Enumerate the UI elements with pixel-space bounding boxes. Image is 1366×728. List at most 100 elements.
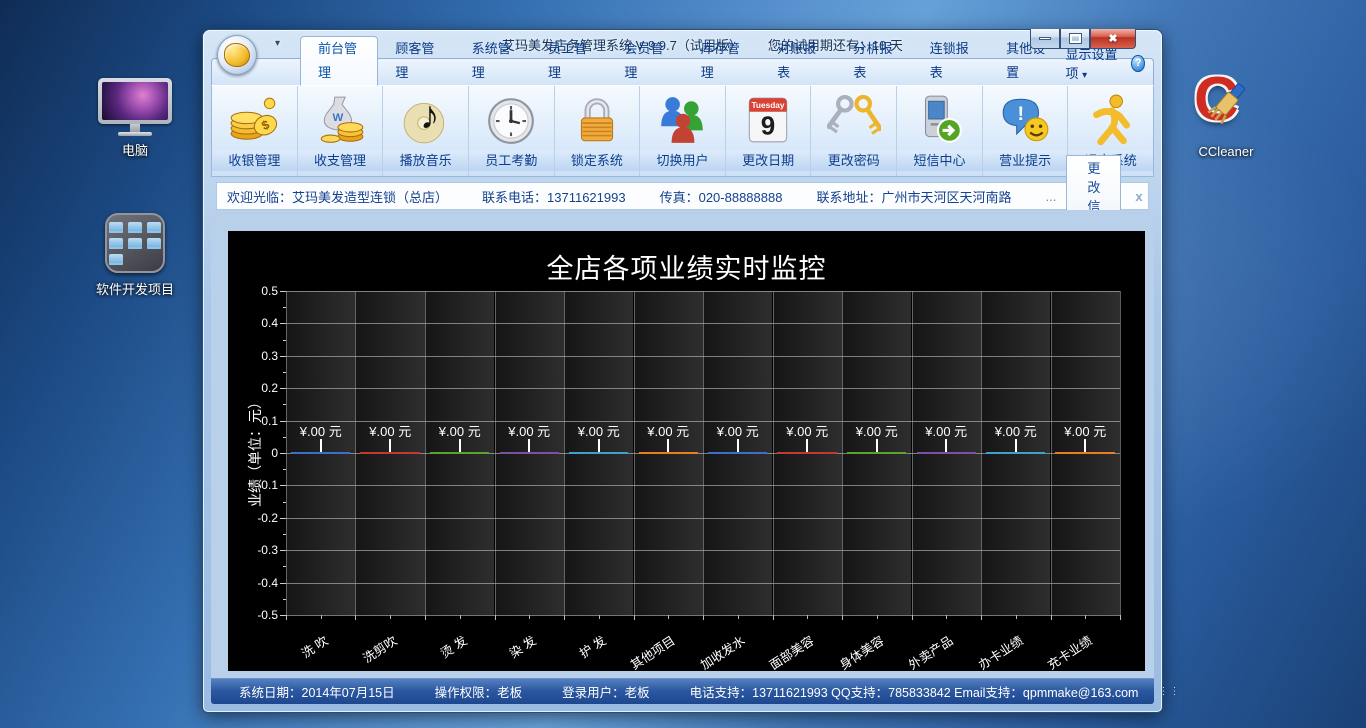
toolbar-button-tip[interactable]: ! 营业提示 bbox=[983, 86, 1069, 176]
chart-title: 全店各项业绩实时监控 bbox=[228, 247, 1145, 286]
info-overflow-ellipsis[interactable]: ... bbox=[1045, 189, 1056, 204]
close-button[interactable]: ✖ bbox=[1090, 29, 1136, 49]
x-axis-tick bbox=[460, 615, 461, 619]
x-axis-tick bbox=[1051, 615, 1052, 620]
vertical-gridline bbox=[564, 291, 565, 615]
gold-coin-icon bbox=[224, 43, 250, 67]
svg-text:Tuesday: Tuesday bbox=[752, 100, 785, 110]
bar-zero-segment bbox=[1055, 452, 1114, 454]
y-axis-tick-label: 0.3 bbox=[232, 349, 278, 363]
users-icon bbox=[656, 89, 710, 151]
bar-marker-tick bbox=[1084, 439, 1086, 453]
toolbar-button-coins[interactable]: $收银管理 bbox=[212, 86, 298, 176]
toolbar-button-label: 收支管理 bbox=[298, 151, 383, 171]
toolbar-button-label: 收银管理 bbox=[212, 151, 297, 171]
tab-item[interactable]: 顾客管理 bbox=[378, 37, 454, 85]
toolbar-button-clock[interactable]: 员工考勤 bbox=[469, 86, 555, 176]
x-axis-tick bbox=[1085, 615, 1086, 619]
toolbar-button-calendar[interactable]: Tuesday 9更改日期 bbox=[726, 86, 812, 176]
toolbar-button-users[interactable]: 切换用户 bbox=[640, 86, 726, 176]
y-axis-tick-label: -0.4 bbox=[232, 576, 278, 590]
welcome-text: 欢迎光临：艾玛美发造型连锁（总店） bbox=[227, 187, 448, 206]
x-axis-tick bbox=[1120, 615, 1121, 620]
app-orb-button[interactable] bbox=[217, 35, 257, 75]
desktop-icon-ccleaner[interactable]: C CCleaner bbox=[1168, 70, 1284, 159]
bar-zero-segment bbox=[360, 452, 419, 454]
tab-item[interactable]: 库存管理 bbox=[684, 37, 760, 85]
y-axis-tick-label: 0.2 bbox=[232, 381, 278, 395]
resize-grip[interactable]: ⋮⋮ bbox=[1158, 686, 1180, 697]
vertical-gridline bbox=[981, 291, 982, 615]
x-axis-tick bbox=[946, 615, 947, 619]
toolbar-button-sms[interactable]: 短信中心 bbox=[897, 86, 983, 176]
x-axis-tick bbox=[321, 615, 322, 619]
quick-access-arrow-icon[interactable]: ▾ bbox=[275, 38, 280, 49]
toolbar-button-money-bag[interactable]: W 收支管理 bbox=[298, 86, 384, 176]
x-axis-tick bbox=[807, 615, 808, 619]
tab-active[interactable]: 前台管理 bbox=[300, 36, 378, 86]
bar-marker-tick bbox=[806, 439, 808, 453]
tab-item[interactable]: 会员管理 bbox=[607, 37, 683, 85]
shop-info-bar: 欢迎光临：艾玛美发造型连锁（总店） 联系电话：13711621993 传真：02… bbox=[216, 182, 1149, 210]
tab-item[interactable]: 系统管理 bbox=[455, 37, 531, 85]
x-axis-tick bbox=[599, 615, 600, 619]
bar-zero-segment bbox=[777, 452, 836, 454]
vertical-gridline bbox=[425, 291, 426, 615]
desktop-icon-dev-projects[interactable]: 软件开发项目 bbox=[77, 213, 193, 298]
performance-chart: 全店各项业绩实时监控 业绩（单位：元） 0.50.40.30.20.10-0.1… bbox=[228, 231, 1145, 671]
x-axis-tick bbox=[981, 615, 982, 620]
clock-icon bbox=[484, 89, 538, 151]
y-axis-tick-label: -0.2 bbox=[232, 511, 278, 525]
sms-icon bbox=[912, 89, 966, 151]
bar-marker-tick bbox=[459, 439, 461, 453]
x-axis-tick bbox=[738, 615, 739, 619]
toolbar-button-label: 切换用户 bbox=[640, 151, 725, 171]
bar-zero-segment bbox=[917, 452, 976, 454]
display-settings-dropdown[interactable]: 显示设置项 ▾ bbox=[1065, 44, 1124, 82]
app-window: ▾ 艾玛美发店务管理系统 V 9.9.7（试用版） 您的试用期还有：10 天 ✖… bbox=[203, 30, 1162, 712]
phone-text: 联系电话：13711621993 bbox=[482, 187, 626, 206]
x-axis-tick bbox=[425, 615, 426, 620]
bar-marker-tick bbox=[945, 439, 947, 453]
info-bar-close-icon[interactable]: x bbox=[1135, 189, 1142, 204]
x-axis-tick bbox=[495, 615, 496, 620]
y-axis-tick-label: 0 bbox=[232, 446, 278, 460]
bar-zero-segment bbox=[986, 452, 1045, 454]
tab-item[interactable]: 对账报表 bbox=[760, 37, 836, 85]
y-axis-tick-label: -0.5 bbox=[232, 608, 278, 622]
tab-item[interactable]: 员工管理 bbox=[531, 37, 607, 85]
bar-marker-tick bbox=[1015, 439, 1017, 453]
vertical-gridline bbox=[842, 291, 843, 615]
bar-marker-tick bbox=[737, 439, 739, 453]
bar-zero-segment bbox=[639, 452, 698, 454]
x-axis-tick bbox=[355, 615, 356, 620]
x-axis-tick bbox=[390, 615, 391, 619]
toolbar-button-lock[interactable]: 锁定系统 bbox=[555, 86, 641, 176]
help-icon[interactable]: ? bbox=[1131, 55, 1145, 72]
bar-zero-segment bbox=[569, 452, 628, 454]
caption-buttons: ✖ bbox=[1030, 29, 1136, 49]
x-axis-tick bbox=[1016, 615, 1017, 619]
y-axis-tick-label: 0.1 bbox=[232, 414, 278, 428]
x-axis-tick bbox=[286, 615, 287, 620]
y-axis-tick-label: -0.1 bbox=[232, 478, 278, 492]
vertical-gridline bbox=[1120, 291, 1121, 615]
bar-zero-segment bbox=[847, 452, 906, 454]
maximize-button[interactable] bbox=[1060, 29, 1090, 49]
tab-item[interactable]: 连锁报表 bbox=[913, 37, 989, 85]
toolbar-button-music[interactable]: ♪播放音乐 bbox=[383, 86, 469, 176]
chart-plot-area: 0.50.40.30.20.10-0.1-0.2-0.3-0.4-0.5¥.00… bbox=[286, 291, 1120, 615]
computer-icon bbox=[98, 78, 172, 134]
ribbon-tab-bar: 前台管理顾客管理系统管理员工管理会员管理库存管理对账报表分析报表连锁报表其他设置… bbox=[211, 58, 1154, 85]
svg-text:!: ! bbox=[1018, 103, 1025, 125]
chevron-down-icon: ▾ bbox=[1082, 70, 1087, 81]
desktop-icon-computer[interactable]: 电脑 bbox=[77, 78, 193, 159]
vertical-gridline bbox=[773, 291, 774, 615]
minimize-button[interactable] bbox=[1030, 29, 1060, 49]
bar-marker-tick bbox=[667, 439, 669, 453]
tab-item[interactable]: 分析报表 bbox=[836, 37, 912, 85]
bar-value-label: ¥.00 元 bbox=[1043, 421, 1127, 440]
toolbar-button-keys[interactable]: 更改密码 bbox=[811, 86, 897, 176]
vertical-gridline bbox=[634, 291, 635, 615]
x-axis-tick bbox=[564, 615, 565, 620]
